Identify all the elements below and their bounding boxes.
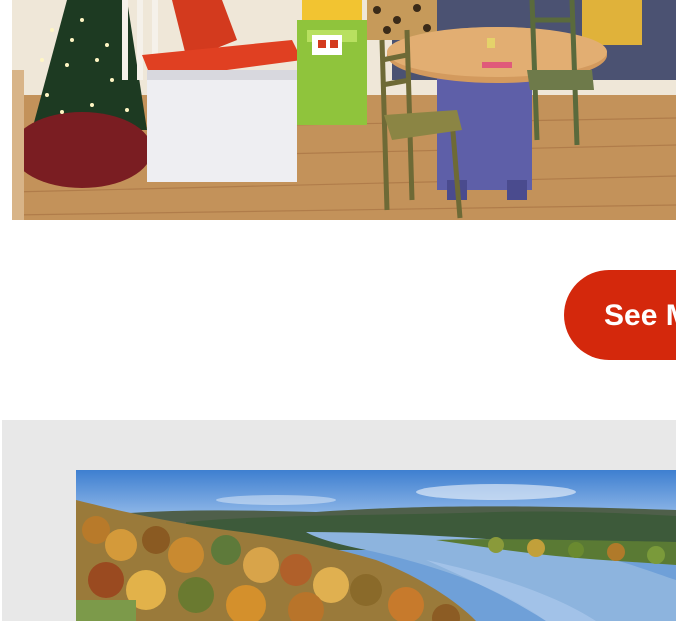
autumn-lake-landscape-photo bbox=[76, 470, 676, 621]
store-interior-photo bbox=[12, 0, 676, 220]
see-more-button[interactable]: See More bbox=[564, 270, 676, 360]
